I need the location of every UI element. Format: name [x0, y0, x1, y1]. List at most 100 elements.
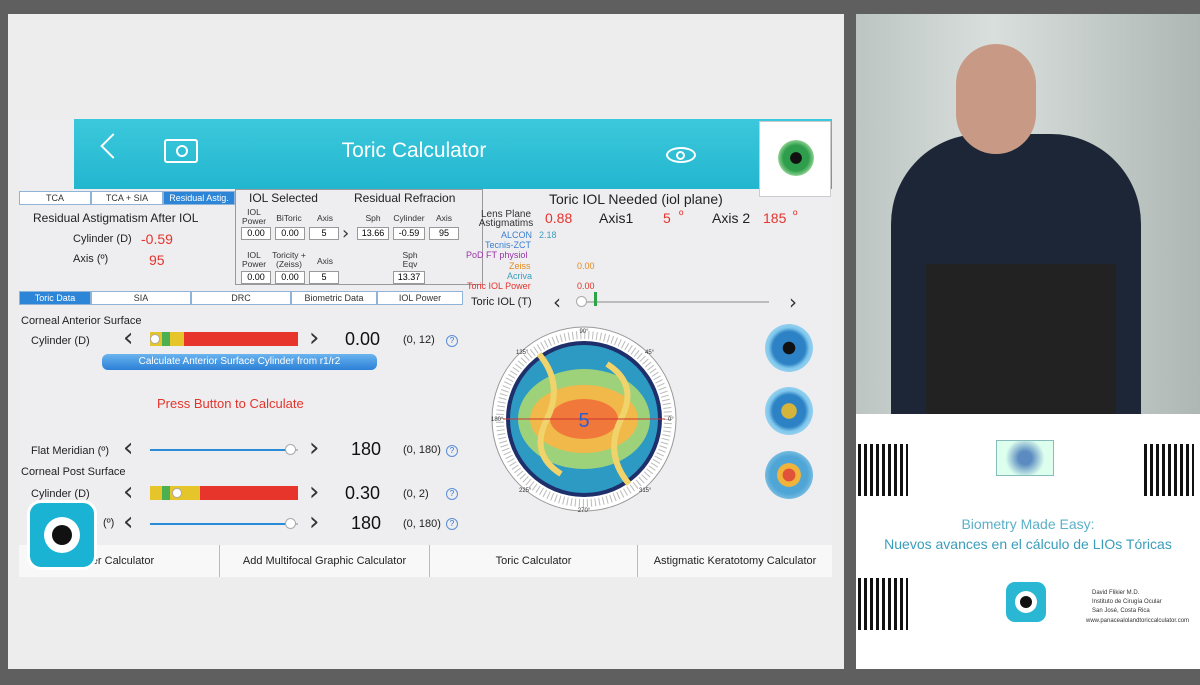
- alcon-label: ALCON: [501, 230, 533, 240]
- anterior-next-icon[interactable]: ›: [309, 325, 319, 351]
- residual-refraction-title: Residual Refracion: [354, 191, 456, 205]
- anterior-value: 0.00: [345, 329, 381, 349]
- toric-iol-slider[interactable]: [579, 301, 769, 303]
- eye-thumbnail-2[interactable]: [765, 387, 813, 435]
- tab-sia[interactable]: SIA: [91, 291, 191, 305]
- post-value: 0.30: [345, 483, 381, 503]
- flat-knob[interactable]: [285, 444, 296, 455]
- post-axis-prev-icon[interactable]: ‹: [123, 509, 133, 535]
- axis1-degree: º: [679, 208, 684, 222]
- toric-next-icon[interactable]: ›: [789, 289, 797, 315]
- post-axis-label: (º): [103, 517, 115, 529]
- post-axis-help-icon[interactable]: ?: [446, 518, 458, 530]
- side-title-1: Biometry Made Easy:: [961, 516, 1095, 532]
- tab-toric-data[interactable]: Toric Data: [19, 291, 91, 305]
- residual-axis-label: Axis (º): [73, 253, 109, 265]
- residual-cyl-value: -0.59: [141, 231, 173, 247]
- anterior-prev-icon[interactable]: ‹: [123, 325, 133, 351]
- post-axis-next-icon[interactable]: ›: [309, 509, 319, 535]
- laptop: [926, 264, 1116, 414]
- website: www.panacealolandtoriccalculator.com: [1086, 618, 1190, 624]
- tab-biometric[interactable]: Biometric Data: [291, 291, 377, 305]
- dial-label-315: 315°: [639, 488, 652, 494]
- bitoric-field[interactable]: 0.00: [275, 227, 305, 240]
- post-cyl-knob[interactable]: [172, 488, 182, 498]
- flat-meridian-label: Flat Meridian (º): [31, 445, 109, 457]
- rr-axis-field[interactable]: 95: [429, 227, 459, 240]
- alcon-value: 2.18: [539, 230, 557, 240]
- post-axis-slider[interactable]: [150, 523, 290, 525]
- tab-iol-power[interactable]: IOL Power: [377, 291, 463, 305]
- tecnis-label: Tecnis-ZCT: [485, 240, 532, 250]
- iol-power-field-2[interactable]: 0.00: [241, 271, 271, 284]
- eye-view-icon[interactable]: [666, 147, 696, 163]
- anterior-cyl-knob[interactable]: [150, 334, 160, 344]
- mode-residual[interactable]: Residual Astig.: [163, 191, 235, 205]
- iol-power-label: Toric IOL Power: [467, 281, 531, 291]
- col-bitoric: BiToric: [276, 213, 302, 223]
- top-bar: Toric Calculator: [74, 119, 832, 189]
- acriva-label: Acriva: [507, 271, 533, 281]
- axis2-value: 185: [763, 210, 787, 226]
- post-axis-knob[interactable]: [285, 518, 296, 529]
- iol-power-value: 0.00: [577, 281, 595, 291]
- col-cylinder: Cylinder: [393, 213, 425, 223]
- col-iol-power: IOL Power: [241, 207, 267, 226]
- lens-plane-value: 0.88: [545, 210, 573, 226]
- press-button-message: Press Button to Calculate: [157, 396, 304, 411]
- post-cyl-label: Cylinder (D): [31, 488, 90, 500]
- toricity-field[interactable]: 0.00: [275, 271, 305, 284]
- app-logo: [759, 121, 831, 197]
- toric-iol-knob[interactable]: [576, 296, 587, 307]
- tab-drc[interactable]: DRC: [191, 291, 291, 305]
- post-title: Corneal Post Surface: [21, 466, 126, 478]
- axis-field-2[interactable]: 5: [309, 271, 339, 284]
- post-prev-icon[interactable]: ‹: [123, 479, 133, 505]
- anterior-cyl-bar[interactable]: [150, 332, 298, 346]
- dial-label-135: 135°: [516, 350, 529, 356]
- axis2-label: Axis 2: [712, 210, 751, 226]
- qr-code-right: [1144, 444, 1194, 496]
- post-next-icon[interactable]: ›: [309, 479, 319, 505]
- author: David Flikier M.D.: [1092, 590, 1140, 596]
- cylinder-field[interactable]: -0.59: [393, 227, 425, 240]
- sph-field[interactable]: 13.66: [357, 227, 389, 240]
- toric-prev-icon[interactable]: ‹: [553, 289, 561, 315]
- mode-tca[interactable]: TCA: [19, 191, 91, 205]
- tab-keratotomy[interactable]: Astigmatic Keratotomy Calculator: [637, 545, 832, 577]
- tab-multifocal[interactable]: Add Multifocal Graphic Calculator: [219, 545, 429, 577]
- flat-next-icon[interactable]: ›: [309, 435, 319, 461]
- dial-label-45: 45°: [645, 350, 655, 356]
- anterior-help-icon[interactable]: ?: [446, 335, 458, 347]
- floating-app-icon[interactable]: [27, 500, 97, 570]
- flat-range: (0, 180): [403, 444, 441, 456]
- col-rr-axis: Axis: [435, 213, 453, 223]
- mode-tca-sia[interactable]: TCA + SIA: [91, 191, 163, 205]
- col-iol-power-2: IOL Power: [241, 250, 267, 269]
- calc-anterior-button[interactable]: Calculate Anterior Surface Cylinder from…: [102, 354, 377, 370]
- flat-help-icon[interactable]: ?: [446, 445, 458, 457]
- flat-slider[interactable]: [150, 449, 290, 451]
- lens-plane-label: Lens Plane Astigmatims: [478, 209, 534, 229]
- qr-code-left: [858, 444, 908, 496]
- flat-prev-icon[interactable]: ‹: [123, 435, 133, 461]
- sph-eqv-field[interactable]: 13.37: [393, 271, 425, 284]
- iol-power-field[interactable]: 0.00: [241, 227, 271, 240]
- axis-field[interactable]: 5: [309, 227, 339, 240]
- dial-label-90: 90°: [579, 329, 589, 335]
- side-title-2: Nuevos avances en el cálculo de LIOs Tór…: [884, 536, 1172, 552]
- eye-thumbnail-1[interactable]: [765, 324, 813, 372]
- post-range: (0, 2): [403, 488, 429, 500]
- dial-center-value: 5: [578, 410, 589, 432]
- tab-toric-calculator[interactable]: Toric Calculator: [429, 545, 637, 577]
- col-sph: Sph: [365, 213, 381, 223]
- col-axis-2: Axis: [316, 256, 334, 266]
- eye-thumbnail-3[interactable]: [765, 451, 813, 499]
- anterior-range: (0, 12): [403, 334, 435, 346]
- arrow-right-icon: ›: [342, 223, 350, 244]
- zeiss-value: 0.00: [577, 261, 595, 271]
- post-help-icon[interactable]: ?: [446, 488, 458, 500]
- toric-needed-title: Toric IOL Needed (iol plane): [549, 191, 723, 207]
- astigmatism-dial[interactable]: 5 90° 135° 45° 180° 0° 225° 315° 270°: [489, 324, 679, 514]
- app-icon-small: [1006, 582, 1046, 622]
